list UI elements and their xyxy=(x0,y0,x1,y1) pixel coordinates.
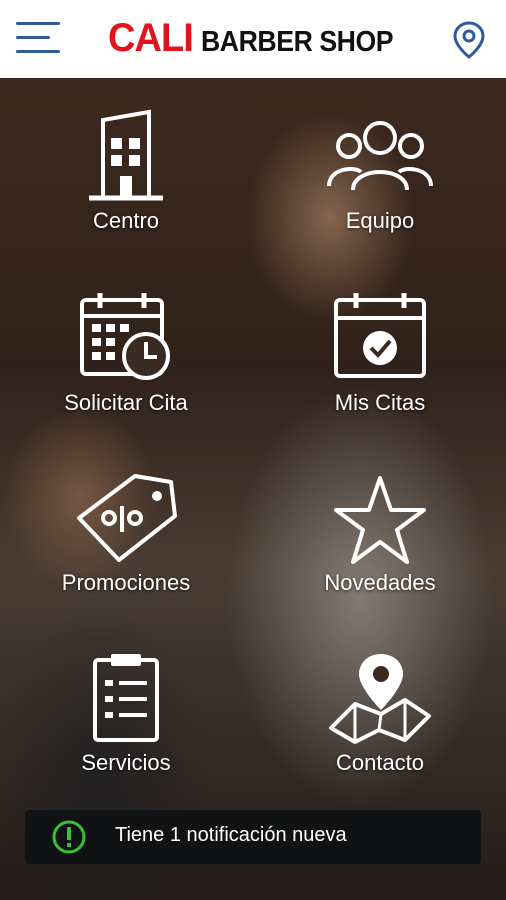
menu-item-solicitar-cita[interactable]: Solicitar Cita xyxy=(26,290,226,440)
alert-icon xyxy=(52,820,86,854)
notification-banner[interactable]: Tiene 1 notificación nueva xyxy=(25,810,481,864)
calendar-check-icon xyxy=(334,293,426,378)
menu-item-servicios[interactable]: Servicios xyxy=(26,650,226,800)
map-pin-icon xyxy=(329,654,431,744)
menu-item-equipo[interactable]: Equipo xyxy=(280,108,480,258)
building-icon xyxy=(89,109,163,201)
menu-label: Mis Citas xyxy=(334,390,426,415)
calendar-clock-icon xyxy=(80,293,170,380)
star-icon xyxy=(334,476,426,564)
team-icon xyxy=(327,121,433,191)
menu-item-novedades[interactable]: Novedades xyxy=(280,470,480,620)
brand-highlight: CALI xyxy=(108,16,194,60)
clipboard-list-icon xyxy=(93,654,159,742)
location-pin-icon[interactable] xyxy=(452,20,486,60)
menu-label: Servicios xyxy=(81,750,171,775)
notification-text: Tiene 1 notificación nueva xyxy=(115,824,347,846)
menu-label: Equipo xyxy=(345,208,415,233)
app-header: CALI BARBER SHOP xyxy=(0,0,506,78)
menu-item-promociones[interactable]: Promociones xyxy=(26,470,226,620)
menu-label: Contacto xyxy=(335,750,425,775)
menu-label: Promociones xyxy=(61,570,191,595)
hamburger-menu-icon[interactable] xyxy=(16,18,62,58)
discount-tag-icon xyxy=(77,474,177,562)
brand-logo: CALI BARBER SHOP xyxy=(108,18,410,62)
menu-item-centro[interactable]: Centro xyxy=(26,108,226,258)
brand-rest: BARBER SHOP xyxy=(201,26,394,58)
menu-label: Centro xyxy=(92,208,160,233)
menu-label: Solicitar Cita xyxy=(64,390,188,415)
menu-item-contacto[interactable]: Contacto xyxy=(280,650,480,800)
menu-label: Novedades xyxy=(324,570,436,595)
menu-item-mis-citas[interactable]: Mis Citas xyxy=(280,290,480,440)
